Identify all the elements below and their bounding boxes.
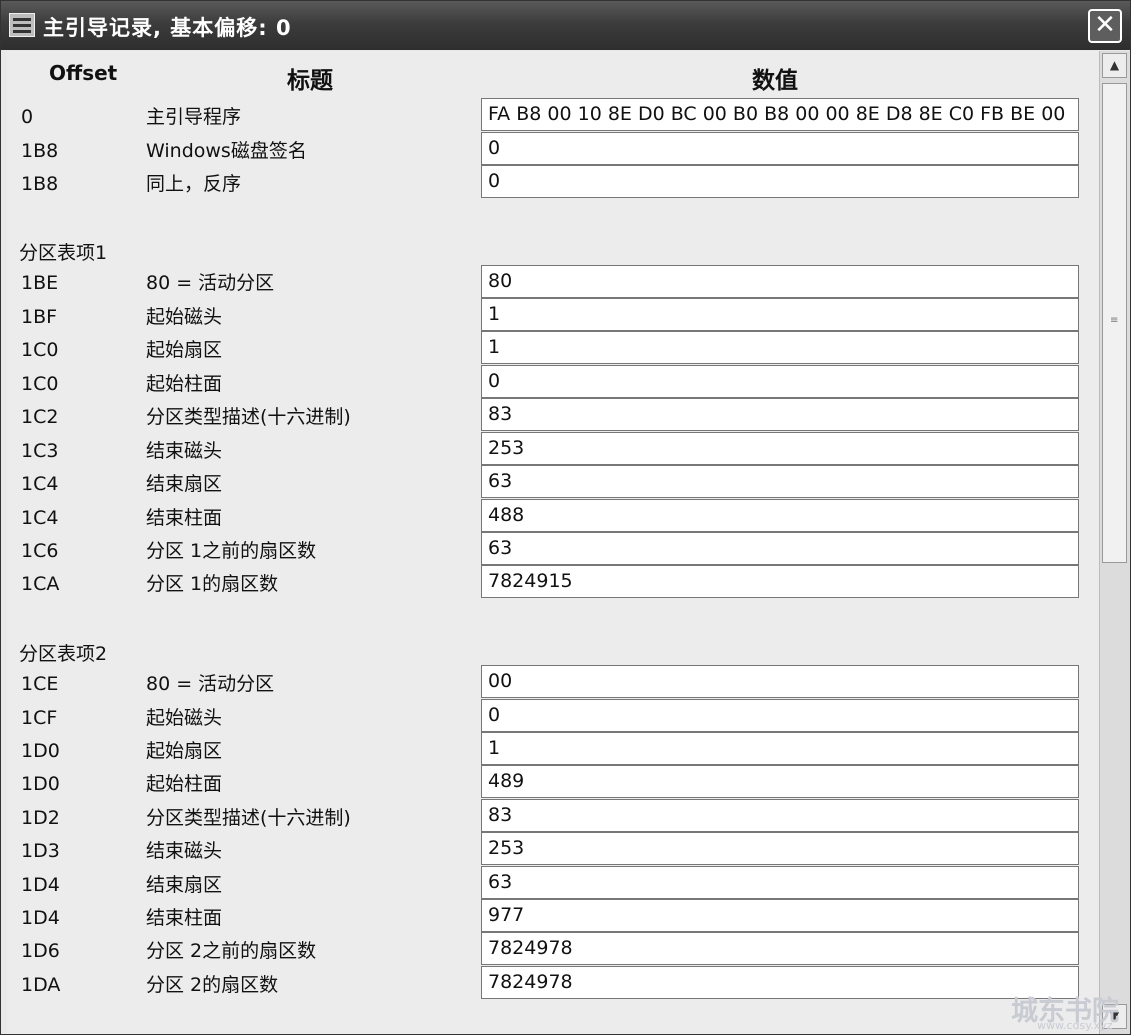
row-offset: 1CE (21, 673, 59, 695)
column-header-offset: Offset (49, 61, 118, 85)
row-label: 起始磁头 (146, 306, 223, 328)
grip-icon: ≡ (1110, 315, 1119, 326)
row-offset: 1C4 (21, 473, 59, 495)
row-offset: 1C6 (21, 540, 59, 562)
row-offset: 1D0 (21, 740, 60, 762)
row-label: 80 = 活动分区 (146, 272, 275, 294)
row-label: 结束扇区 (146, 874, 223, 896)
value-field[interactable]: 7824915 (481, 565, 1079, 598)
row-label: 分区类型描述(十六进制) (146, 406, 351, 428)
row-label: 起始扇区 (146, 740, 223, 762)
column-header-value: 数值 (752, 68, 798, 94)
row-offset: 1D4 (21, 907, 60, 929)
row-label: 起始磁头 (146, 707, 223, 729)
row-offset: 1CF (21, 707, 58, 729)
value-field[interactable]: 63 (481, 532, 1079, 565)
row-offset: 1B8 (21, 173, 59, 195)
row-offset: 1C0 (21, 339, 59, 361)
value-field[interactable]: 80 (481, 265, 1079, 298)
value-field[interactable]: 7824978 (481, 966, 1079, 999)
watermark-url: www.cdsy.xyz (1037, 1019, 1113, 1032)
row-label: 分区 1的扇区数 (146, 573, 279, 595)
arrow-up-icon: ▲ (1109, 58, 1120, 72)
value-field[interactable]: FA B8 00 10 8E D0 BC 00 B0 B8 00 00 8E D… (481, 98, 1079, 131)
row-label: 结束磁头 (146, 440, 223, 462)
app-icon (9, 13, 35, 37)
row-label: 结束扇区 (146, 473, 223, 495)
row-label: 分区类型描述(十六进制) (146, 807, 351, 829)
value-field[interactable]: 489 (481, 765, 1079, 798)
row-offset: 1D6 (21, 940, 60, 962)
value-field[interactable]: 0 (481, 132, 1079, 165)
row-label: 起始柱面 (146, 373, 223, 395)
value-field[interactable]: 253 (481, 432, 1079, 465)
scroll-thumb[interactable]: ≡ (1102, 83, 1127, 563)
value-field[interactable]: 83 (481, 799, 1079, 832)
row-label: 分区 1之前的扇区数 (146, 540, 317, 562)
mbr-window: 主引导记录, 基本偏移: 0 ✕ Offset 标题 数值 0 主引导程序 FA… (0, 0, 1131, 1035)
value-field[interactable]: 488 (481, 499, 1079, 532)
row-offset: 1D2 (21, 807, 60, 829)
value-field[interactable]: 63 (481, 465, 1079, 498)
row-label: 结束磁头 (146, 840, 223, 862)
scroll-up-button[interactable]: ▲ (1102, 53, 1127, 78)
row-offset: 1CA (21, 573, 60, 595)
value-field[interactable]: 1 (481, 298, 1079, 331)
section-title-partition1: 分区表项1 (19, 242, 108, 264)
row-offset: 0 (21, 106, 34, 128)
row-label: 起始柱面 (146, 773, 223, 795)
row-offset: 1C0 (21, 373, 59, 395)
value-field[interactable]: 7824978 (481, 932, 1079, 965)
value-field[interactable]: 253 (481, 832, 1079, 865)
row-offset: 1BF (21, 306, 58, 328)
close-button[interactable]: ✕ (1088, 9, 1122, 43)
row-offset: 1C4 (21, 507, 59, 529)
value-field[interactable]: 0 (481, 699, 1079, 732)
row-label: 结束柱面 (146, 907, 223, 929)
row-offset: 1D0 (21, 773, 60, 795)
row-offset: 1D4 (21, 874, 60, 896)
value-field[interactable]: 1 (481, 732, 1079, 765)
column-header-title: 标题 (287, 68, 333, 94)
row-label: 起始扇区 (146, 339, 223, 361)
row-label: 结束柱面 (146, 507, 223, 529)
row-label: Windows磁盘签名 (146, 140, 307, 162)
row-label: 分区 2之前的扇区数 (146, 940, 317, 962)
value-field[interactable]: 00 (481, 665, 1079, 698)
row-label: 分区 2的扇区数 (146, 974, 279, 996)
value-field[interactable]: 0 (481, 165, 1079, 198)
row-label: 同上，反序 (146, 173, 242, 195)
row-label: 主引导程序 (146, 106, 242, 128)
row-offset: 1C2 (21, 406, 59, 428)
row-offset: 1B8 (21, 140, 59, 162)
value-field[interactable]: 0 (481, 365, 1079, 398)
row-offset: 1C3 (21, 440, 59, 462)
row-offset: 1D3 (21, 840, 60, 862)
value-field[interactable]: 977 (481, 899, 1079, 932)
title-bar[interactable]: 主引导记录, 基本偏移: 0 ✕ (1, 1, 1130, 50)
row-offset: 1BE (21, 272, 59, 294)
section-title-partition2: 分区表项2 (19, 643, 108, 665)
record-panel: Offset 标题 数值 0 主引导程序 FA B8 00 10 8E D0 B… (7, 51, 1099, 1034)
value-field[interactable]: 63 (481, 866, 1079, 899)
value-field[interactable]: 83 (481, 398, 1079, 431)
value-field[interactable]: 1 (481, 331, 1079, 364)
close-icon: ✕ (1094, 10, 1116, 40)
vertical-scrollbar[interactable]: ▲ ≡ ▼ (1099, 51, 1130, 1034)
window-title: 主引导记录, 基本偏移: 0 (43, 16, 292, 40)
row-label: 80 = 活动分区 (146, 673, 275, 695)
row-offset: 1DA (21, 974, 61, 996)
